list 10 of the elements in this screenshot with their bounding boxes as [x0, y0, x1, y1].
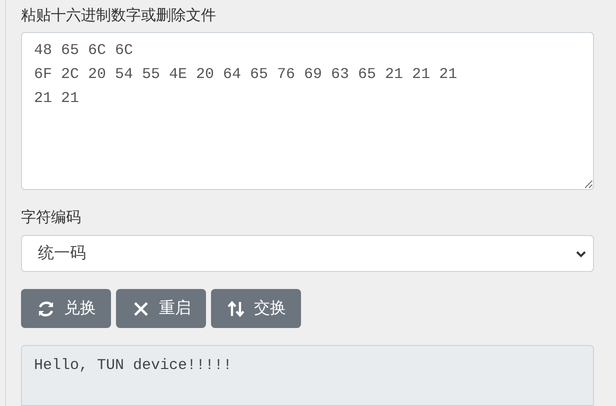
convert-button[interactable]: 兑换	[21, 289, 111, 328]
refresh-icon	[36, 298, 56, 318]
field-label: 字符编码	[21, 208, 82, 228]
encoding-select[interactable]: 统一码	[21, 235, 594, 272]
hex-input-field[interactable]: 48 65 6C 6C 6F 2C 20 54 55 4E 20 64 65 76 69 63 65 21 21 21 21 21	[21, 32, 594, 190]
reset-button[interactable]: 重启	[116, 289, 206, 328]
field-label: 粘贴十六进制数字或删除文件	[21, 6, 217, 26]
output-box: Hello, TUN device!!!!!	[21, 345, 594, 406]
swap-arrows-icon	[226, 298, 246, 318]
swap-button[interactable]: 交换	[211, 289, 301, 328]
